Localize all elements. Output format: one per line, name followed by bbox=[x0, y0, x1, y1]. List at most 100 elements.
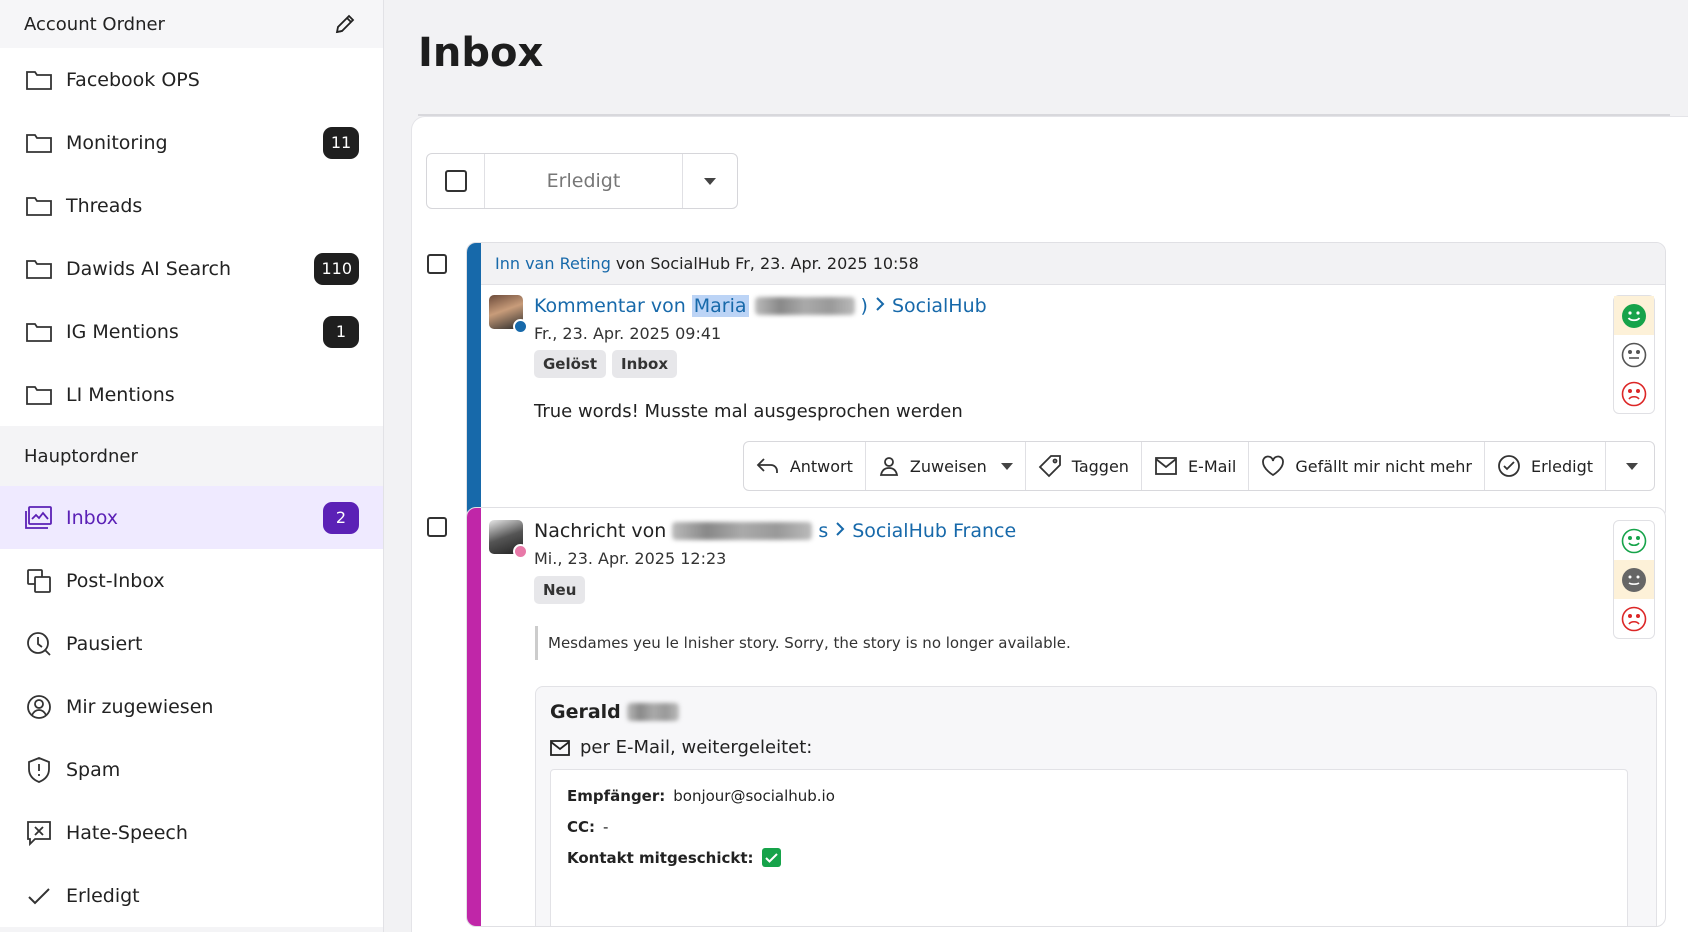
sentiment-picker bbox=[1613, 520, 1655, 639]
heart-icon bbox=[1262, 455, 1285, 477]
email-button[interactable]: E-Mail bbox=[1142, 442, 1250, 490]
sentiment-negative[interactable] bbox=[1614, 374, 1654, 413]
user-circle-icon bbox=[24, 692, 54, 722]
sidebar-item-inbox[interactable]: Inbox 2 bbox=[0, 486, 383, 549]
account-folders-header: Account Ordner bbox=[0, 0, 383, 48]
sentiment-neutral[interactable] bbox=[1614, 335, 1654, 374]
folder-label: Dawids AI Search bbox=[66, 257, 232, 280]
folder-li-mentions[interactable]: LI Mentions bbox=[0, 363, 383, 426]
card-header: Inn van Reting von SocialHub Fr, 23. Apr… bbox=[481, 243, 1665, 285]
done-button[interactable]: Erledigt bbox=[1485, 442, 1606, 490]
tag-icon bbox=[1038, 455, 1061, 478]
done-label: Erledigt bbox=[1530, 456, 1593, 476]
unlike-button[interactable]: Gefällt mir nicht mehr bbox=[1249, 442, 1485, 490]
row-checkbox[interactable] bbox=[427, 254, 447, 274]
tag-chip[interactable]: Gelöst bbox=[534, 350, 607, 378]
sentiment-positive[interactable] bbox=[1614, 296, 1654, 335]
inbox-panel: Erledigt Inn van Reting von SocialHub Fr… bbox=[411, 116, 1688, 932]
email-sender-name: Gerald bbox=[550, 701, 679, 723]
main-folder-list: Inbox 2 Post-Inbox Pausiert Mir zugewies… bbox=[0, 486, 383, 927]
blurred-author-name bbox=[754, 297, 855, 315]
reply-icon bbox=[756, 458, 778, 473]
recipient-value: bonjour@socialhub.io bbox=[673, 786, 835, 805]
folder-facebook-ops[interactable]: Facebook OPS bbox=[0, 48, 383, 111]
message-date: Fr., 23. Apr. 2025 09:41 bbox=[534, 324, 722, 343]
sidebar-item-post-inbox[interactable]: Post-Inbox bbox=[0, 549, 383, 612]
assign-label: Zuweisen bbox=[909, 456, 987, 476]
sidebar-item-label: Spam bbox=[66, 758, 121, 781]
channel-link[interactable]: SocialHub bbox=[892, 295, 987, 317]
message-title: Nachricht von s SocialHub France bbox=[534, 520, 1016, 542]
count-badge: 110 bbox=[314, 252, 359, 285]
author-first-name[interactable]: Maria bbox=[691, 295, 749, 317]
forwarded-email-box: Gerald per E-Mail, weitergeleitet: Empfä… bbox=[535, 686, 1657, 926]
more-actions-dropdown[interactable] bbox=[1606, 442, 1654, 490]
smile-icon bbox=[1621, 528, 1647, 553]
tag-chip[interactable]: Inbox bbox=[612, 350, 678, 378]
folder-icon bbox=[24, 191, 54, 221]
mail-icon bbox=[550, 739, 570, 756]
recipient-label: Empfänger: bbox=[567, 786, 666, 805]
hate-speech-icon bbox=[24, 818, 54, 848]
sidebar-item-label: Inbox bbox=[66, 506, 118, 529]
sidebar-item-spam[interactable]: Spam bbox=[0, 738, 383, 801]
count-badge: 1 bbox=[323, 315, 359, 348]
page-title: Inbox bbox=[418, 30, 544, 76]
frown-icon bbox=[1621, 606, 1647, 631]
message-card: Nachricht von s SocialHub France Mi., 23… bbox=[466, 507, 1666, 927]
caret-down-icon bbox=[1626, 462, 1638, 470]
neutral-face-icon bbox=[1622, 567, 1646, 592]
reply-label: Antwort bbox=[789, 456, 853, 476]
folder-label: IG Mentions bbox=[66, 320, 179, 343]
message-type-label: Kommentar von bbox=[534, 295, 686, 317]
assign-button[interactable]: Zuweisen bbox=[866, 442, 1026, 490]
channel-link[interactable]: SocialHub France bbox=[852, 520, 1016, 542]
sidebar: Account Ordner Facebook OPS Monitoring 1… bbox=[0, 0, 384, 932]
chevron-right-icon bbox=[834, 520, 846, 542]
bulk-action-dropdown[interactable] bbox=[683, 154, 737, 208]
chevron-right-icon bbox=[874, 295, 886, 317]
edit-pencil-icon[interactable] bbox=[331, 10, 359, 38]
sidebar-item-paused[interactable]: Pausiert bbox=[0, 612, 383, 675]
folder-monitoring[interactable]: Monitoring 11 bbox=[0, 111, 383, 174]
check-circle-icon bbox=[1498, 455, 1520, 477]
sidebar-item-done[interactable]: Erledigt bbox=[0, 864, 383, 927]
sidebar-item-label: Pausiert bbox=[66, 632, 143, 655]
row-checkbox[interactable] bbox=[427, 517, 447, 537]
count-badge: 11 bbox=[323, 126, 359, 159]
checkmark-icon bbox=[24, 881, 54, 911]
folder-label: Facebook OPS bbox=[66, 68, 200, 91]
contact-label: Kontakt mitgeschickt: bbox=[567, 848, 754, 867]
message-action-bar: Antwort Zuweisen Taggen E-Mail Gefällt m… bbox=[742, 441, 1655, 491]
handler-user-link[interactable]: Inn van Reting bbox=[495, 254, 611, 273]
sidebar-item-label: Mir zugewiesen bbox=[66, 695, 214, 718]
user-icon bbox=[879, 457, 899, 476]
tag-chip[interactable]: Neu bbox=[534, 576, 586, 604]
sidebar-item-assigned-to-me[interactable]: Mir zugewiesen bbox=[0, 675, 383, 738]
folder-ig-mentions[interactable]: IG Mentions 1 bbox=[0, 300, 383, 363]
select-all-cell bbox=[427, 154, 485, 208]
channel-color-bar bbox=[467, 508, 481, 926]
sentiment-neutral[interactable] bbox=[1614, 560, 1654, 599]
folder-dawids-ai-search[interactable]: Dawids AI Search 110 bbox=[0, 237, 383, 300]
sidebar-item-label: Hate-Speech bbox=[66, 821, 188, 844]
sidebar-item-label: Erledigt bbox=[66, 884, 140, 907]
select-all-checkbox[interactable] bbox=[444, 170, 467, 192]
sentiment-negative[interactable] bbox=[1614, 599, 1654, 638]
folder-label: Threads bbox=[66, 194, 143, 217]
shield-icon bbox=[24, 755, 54, 785]
bulk-done-button[interactable]: Erledigt bbox=[485, 154, 683, 208]
sentiment-picker bbox=[1613, 295, 1655, 414]
email-recipient-row: Empfänger: bonjour@socialhub.io bbox=[567, 780, 1611, 811]
sentiment-positive[interactable] bbox=[1614, 521, 1654, 560]
email-via: per E-Mail, weitergeleitet: bbox=[550, 737, 812, 758]
mail-icon bbox=[1155, 457, 1177, 475]
sidebar-item-hate-speech[interactable]: Hate-Speech bbox=[0, 801, 383, 864]
email-label: E-Mail bbox=[1187, 456, 1237, 476]
channel-color-bar bbox=[467, 243, 481, 519]
message-date: Mi., 23. Apr. 2025 12:23 bbox=[534, 549, 727, 568]
reply-button[interactable]: Antwort bbox=[744, 442, 866, 490]
neutral-face-icon bbox=[1621, 342, 1647, 367]
folder-threads[interactable]: Threads bbox=[0, 174, 383, 237]
tag-button[interactable]: Taggen bbox=[1026, 442, 1142, 490]
